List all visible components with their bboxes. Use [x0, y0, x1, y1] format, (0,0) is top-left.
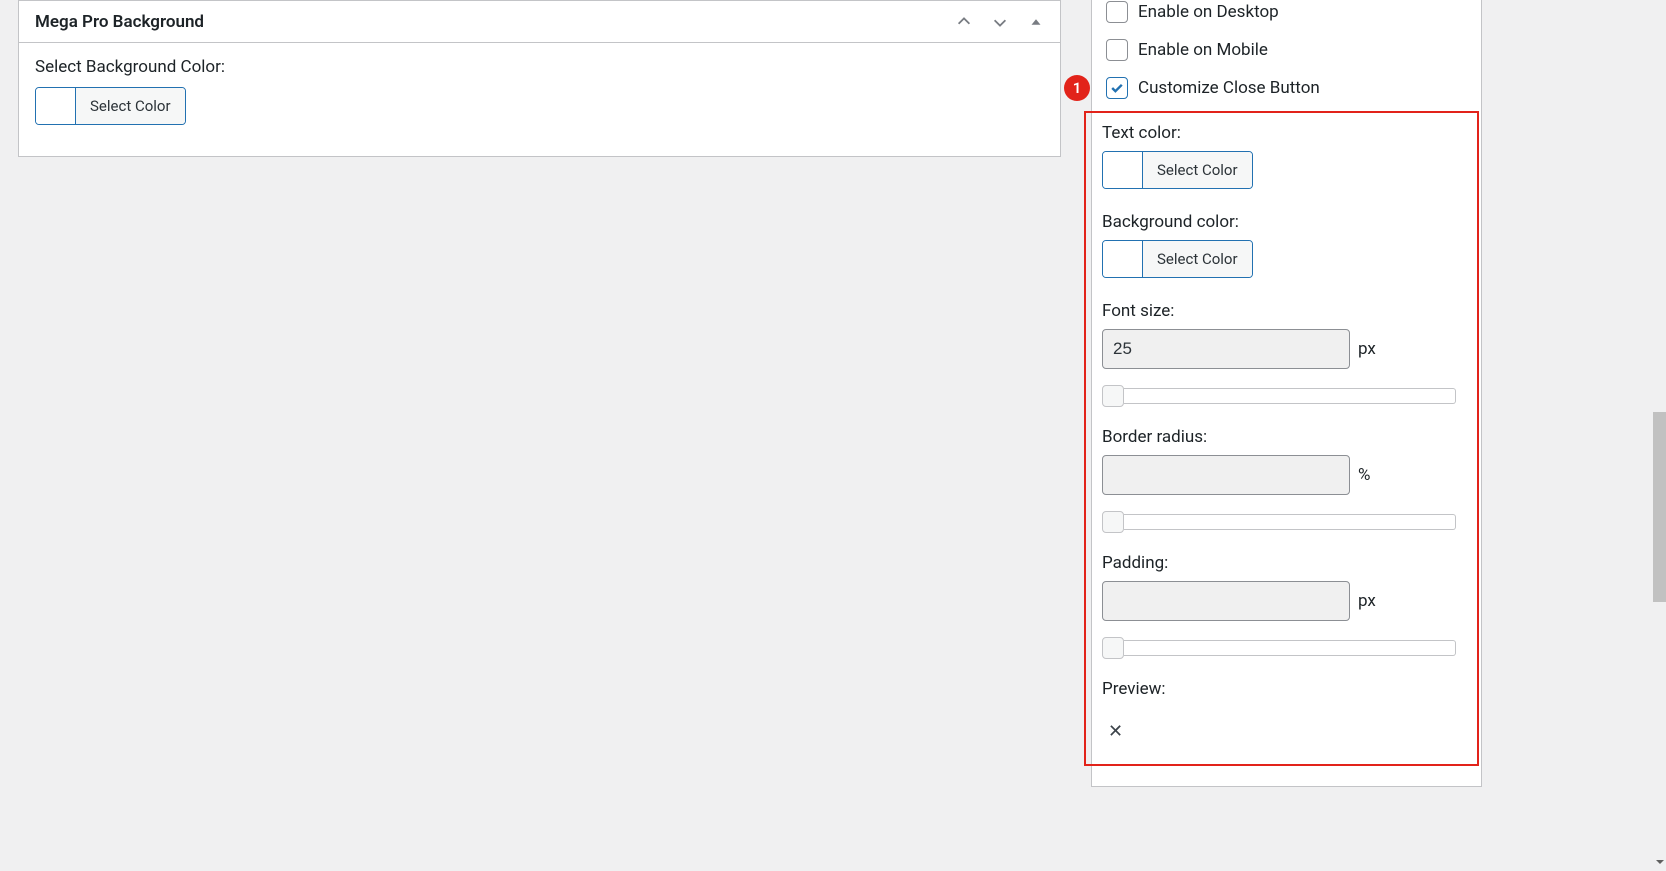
enable-mobile-label: Enable on Mobile	[1138, 40, 1268, 60]
text-color-button[interactable]: Select Color	[1102, 151, 1253, 189]
padding-field: Padding: px	[1102, 553, 1461, 659]
toggle-panel-button[interactable]	[1018, 4, 1054, 40]
preview-field: Preview: ✕	[1102, 679, 1461, 746]
padding-slider[interactable]	[1102, 637, 1456, 659]
slider-track	[1124, 388, 1456, 404]
preview-label: Preview:	[1102, 679, 1461, 699]
chevron-up-icon	[955, 13, 973, 31]
scrollbar-thumb[interactable]	[1653, 412, 1666, 602]
bg-color-button[interactable]: Select Color	[1102, 240, 1253, 278]
enable-desktop-checkbox[interactable]	[1106, 1, 1128, 23]
customize-close-checkbox[interactable]	[1106, 77, 1128, 99]
mega-pro-background-box: Mega Pro Background Select Background Co…	[18, 0, 1061, 157]
triangle-up-icon	[1027, 13, 1045, 31]
border-radius-input[interactable]	[1102, 455, 1350, 495]
customize-close-row[interactable]: 1 Customize Close Button	[1092, 69, 1481, 107]
chevron-down-icon	[991, 13, 1009, 31]
font-size-input[interactable]	[1102, 329, 1350, 369]
select-bg-color-label: Select Background Color:	[35, 57, 1044, 77]
move-up-button[interactable]	[946, 4, 982, 40]
enable-desktop-row[interactable]: Enable on Desktop	[1092, 0, 1481, 31]
side-settings-box: Enable on Desktop Enable on Mobile 1 Cus…	[1091, 0, 1482, 787]
font-size-unit: px	[1358, 339, 1376, 359]
slider-handle[interactable]	[1102, 385, 1124, 407]
font-size-label: Font size:	[1102, 301, 1461, 321]
customize-close-panel: Text color: Select Color Background colo…	[1084, 111, 1479, 766]
border-radius-unit: %	[1358, 465, 1370, 485]
select-color-label: Select Color	[1143, 152, 1252, 188]
select-color-button[interactable]: Select Color	[35, 87, 186, 125]
border-radius-label: Border radius:	[1102, 427, 1461, 447]
slider-track	[1124, 514, 1456, 530]
postbox-title: Mega Pro Background	[35, 12, 204, 32]
padding-unit: px	[1358, 591, 1376, 611]
annotation-badge-1: 1	[1064, 75, 1090, 101]
bg-color-field: Background color: Select Color	[1102, 212, 1461, 281]
border-radius-field: Border radius: %	[1102, 427, 1461, 533]
color-swatch	[36, 88, 76, 124]
customize-close-label: Customize Close Button	[1138, 78, 1320, 98]
enable-mobile-checkbox[interactable]	[1106, 39, 1128, 61]
color-swatch	[1103, 241, 1143, 277]
handle-actions	[946, 4, 1060, 40]
close-icon-preview: ✕	[1102, 707, 1461, 746]
postbox-body: Select Background Color: Select Color	[19, 43, 1060, 156]
postbox-header: Mega Pro Background	[19, 1, 1060, 43]
move-down-button[interactable]	[982, 4, 1018, 40]
bg-color-label: Background color:	[1102, 212, 1461, 232]
scrollbar-down-arrow[interactable]	[1653, 855, 1666, 869]
text-color-label: Text color:	[1102, 123, 1461, 143]
padding-input[interactable]	[1102, 581, 1350, 621]
font-size-field: Font size: px	[1102, 301, 1461, 407]
font-size-slider[interactable]	[1102, 385, 1456, 407]
slider-handle[interactable]	[1102, 637, 1124, 659]
slider-handle[interactable]	[1102, 511, 1124, 533]
enable-mobile-row[interactable]: Enable on Mobile	[1092, 31, 1481, 69]
triangle-down-icon	[1655, 857, 1665, 867]
padding-label: Padding:	[1102, 553, 1461, 573]
text-color-field: Text color: Select Color	[1102, 123, 1461, 192]
slider-track	[1124, 640, 1456, 656]
check-icon	[1109, 80, 1125, 96]
enable-desktop-label: Enable on Desktop	[1138, 2, 1279, 22]
select-color-label: Select Color	[1143, 241, 1252, 277]
color-swatch	[1103, 152, 1143, 188]
border-radius-slider[interactable]	[1102, 511, 1456, 533]
select-color-label: Select Color	[76, 88, 185, 124]
